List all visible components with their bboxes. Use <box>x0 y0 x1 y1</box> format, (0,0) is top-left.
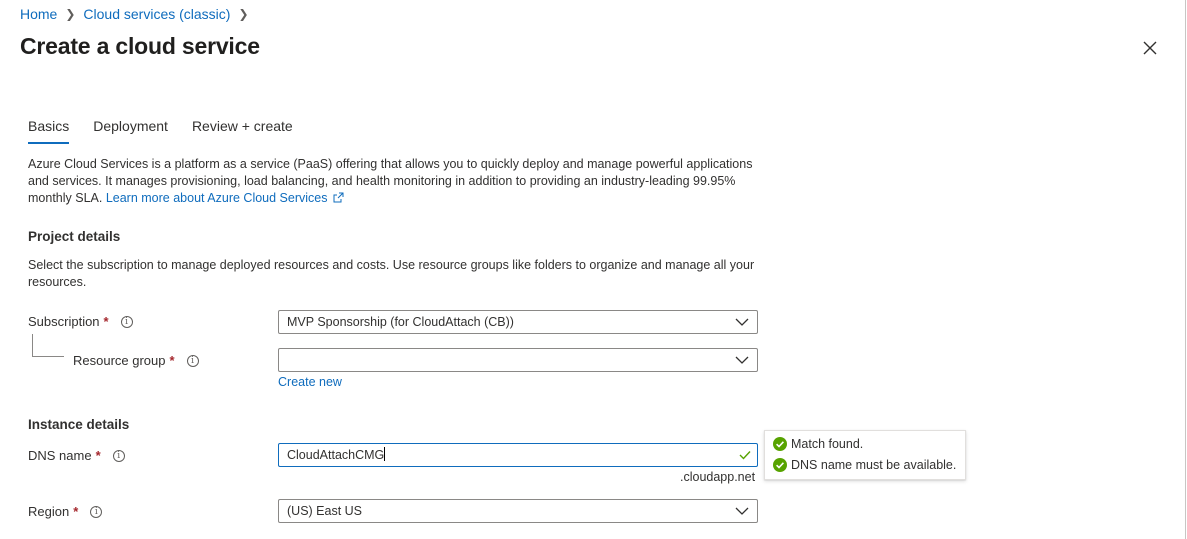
project-details-heading: Project details <box>28 229 121 244</box>
chevron-right-icon: ❯ <box>238 7 249 21</box>
instance-details-heading: Instance details <box>28 417 130 432</box>
tab-review-create[interactable]: Review + create <box>192 118 293 144</box>
subscription-label: Subscription * i <box>28 314 133 329</box>
checkmark-icon <box>739 451 751 460</box>
validation-text: Match found. <box>791 437 864 451</box>
resource-group-label-text: Resource group <box>73 353 166 368</box>
tab-basics[interactable]: Basics <box>28 118 70 144</box>
chevron-down-icon <box>735 318 749 326</box>
validation-text: DNS name must be available. <box>791 458 957 472</box>
tab-deployment[interactable]: Deployment <box>93 118 168 144</box>
learn-more-link[interactable]: Learn more about Azure Cloud Services <box>106 191 344 205</box>
success-check-icon <box>773 458 787 472</box>
chevron-down-icon <box>735 356 749 364</box>
text-caret <box>384 447 386 461</box>
validation-message: DNS name must be available. <box>773 458 956 472</box>
required-marker: * <box>169 353 175 368</box>
close-icon <box>1143 41 1157 55</box>
breadcrumb-cloud-services[interactable]: Cloud services (classic) <box>83 6 230 22</box>
subscription-value: MVP Sponsorship (for CloudAttach (CB)) <box>287 315 514 329</box>
project-details-description: Select the subscription to manage deploy… <box>28 258 755 289</box>
dns-suffix: .cloudapp.net <box>680 470 756 484</box>
chevron-down-icon <box>735 507 749 515</box>
subscription-label-text: Subscription <box>28 314 100 329</box>
external-link-icon <box>333 192 344 203</box>
required-marker: * <box>103 314 109 329</box>
dns-name-label: DNS name * i <box>28 448 125 463</box>
dns-name-value: CloudAttachCMG <box>287 448 385 462</box>
breadcrumb-home[interactable]: Home <box>20 6 57 22</box>
region-label-text: Region <box>28 504 70 519</box>
tree-connector <box>32 334 64 357</box>
required-marker: * <box>73 504 79 519</box>
chevron-right-icon: ❯ <box>65 7 76 21</box>
info-icon[interactable]: i <box>112 449 125 462</box>
validation-callout: Match found. DNS name must be available. <box>764 430 966 480</box>
region-label: Region * i <box>28 504 103 519</box>
page-title: Create a cloud service <box>20 33 260 59</box>
learn-more-label: Learn more about Azure Cloud Services <box>105 191 328 205</box>
dns-name-input[interactable]: CloudAttachCMG <box>278 443 758 467</box>
panel-border <box>1185 0 1186 539</box>
subscription-dropdown[interactable]: MVP Sponsorship (for CloudAttach (CB)) <box>278 310 758 334</box>
resource-group-label: Resource group * i <box>73 353 199 368</box>
validation-message: Match found. <box>773 437 863 451</box>
dns-name-label-text: DNS name <box>28 448 92 463</box>
close-button[interactable] <box>1140 38 1160 58</box>
intro-description: Azure Cloud Services is a platform as a … <box>28 156 768 207</box>
region-dropdown[interactable]: (US) East US <box>278 499 758 523</box>
required-marker: * <box>95 448 101 463</box>
tab-bar: Basics Deployment Review + create <box>28 118 317 144</box>
info-icon[interactable]: i <box>90 505 103 518</box>
breadcrumb: Home ❯ Cloud services (classic) ❯ <box>20 6 249 22</box>
success-check-icon <box>773 437 787 451</box>
info-icon[interactable]: i <box>120 315 133 328</box>
create-new-link[interactable]: Create new <box>278 375 342 389</box>
resource-group-dropdown[interactable] <box>278 348 758 372</box>
region-value: (US) East US <box>287 504 363 518</box>
info-icon[interactable]: i <box>186 354 199 367</box>
